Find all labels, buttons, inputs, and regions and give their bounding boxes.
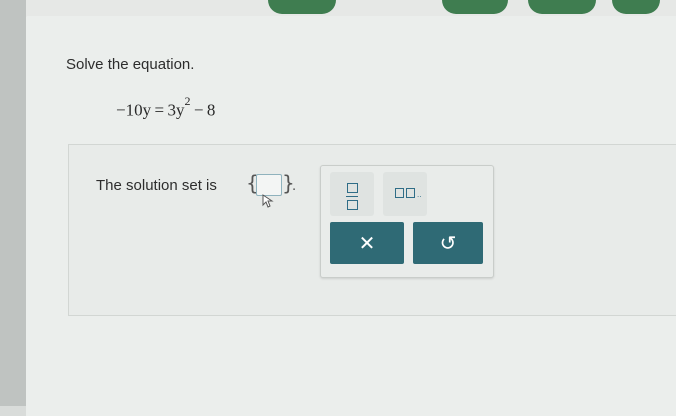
equation-exponent: 2 bbox=[184, 94, 191, 108]
mixed-number-icon: .. bbox=[395, 188, 421, 199]
equation-rhs: − 8 bbox=[190, 100, 216, 120]
math-palette: .. ✕ ↺ bbox=[320, 165, 494, 278]
left-rail bbox=[0, 0, 26, 406]
nav-tab[interactable] bbox=[268, 0, 336, 14]
clear-button[interactable]: ✕ bbox=[330, 222, 404, 264]
solution-set-input[interactable] bbox=[256, 174, 282, 196]
equation-lhs: −10y = 3y bbox=[116, 100, 185, 120]
mixed-number-button[interactable]: .. bbox=[383, 172, 427, 216]
clear-icon: ✕ bbox=[358, 231, 376, 255]
nav-tab[interactable] bbox=[442, 0, 508, 14]
nav-tab[interactable] bbox=[528, 0, 596, 14]
equation: −10y = 3y2 − 8 bbox=[116, 94, 216, 121]
fraction-button[interactable] bbox=[330, 172, 374, 216]
nav-tab[interactable] bbox=[612, 0, 660, 14]
fraction-icon bbox=[346, 183, 358, 210]
undo-button[interactable]: ↺ bbox=[413, 222, 483, 264]
answer-period: . bbox=[292, 177, 297, 194]
answer-label: The solution set is bbox=[96, 177, 217, 194]
undo-icon: ↺ bbox=[439, 231, 457, 255]
mouse-cursor-icon bbox=[262, 194, 274, 208]
question-instruction: Solve the equation. bbox=[66, 56, 195, 73]
